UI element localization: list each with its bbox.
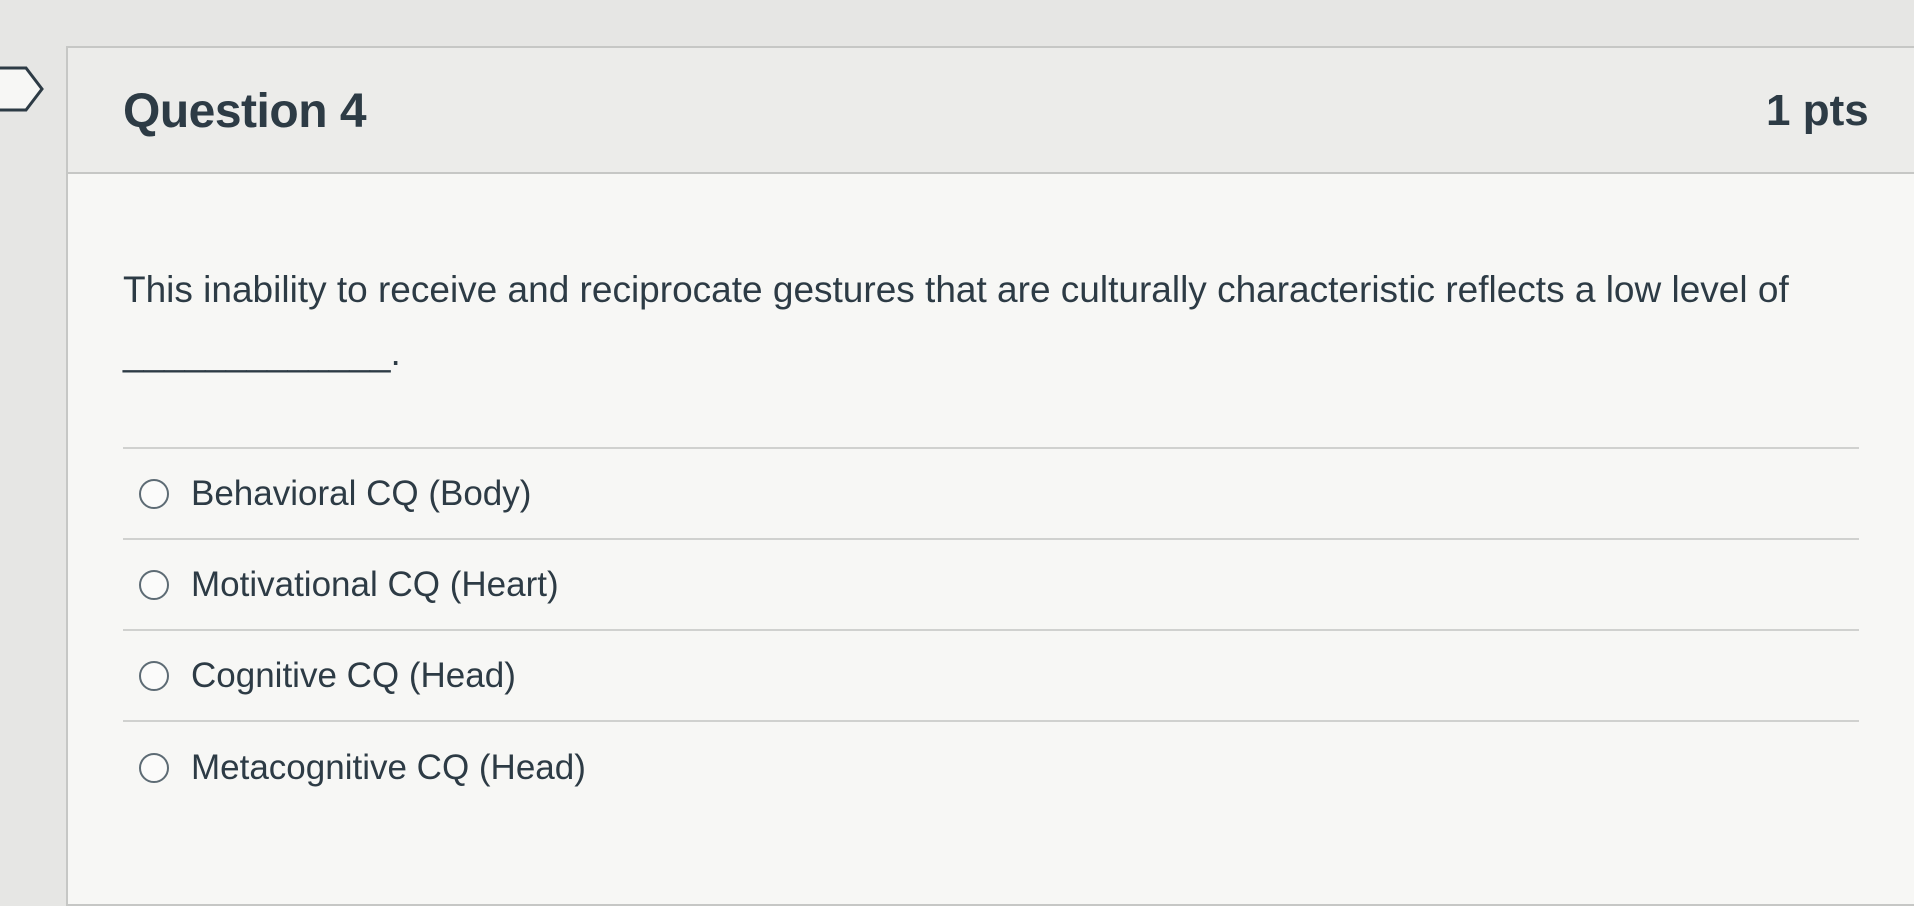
answer-option-cognitive[interactable]: Cognitive CQ (Head) <box>123 631 1859 722</box>
radio-button-icon[interactable] <box>139 752 169 783</box>
answer-option-motivational[interactable]: Motivational CQ (Heart) <box>123 540 1859 631</box>
answer-list: Behavioral CQ (Body) Motivational CQ (He… <box>123 449 1859 813</box>
radio-button-icon[interactable] <box>139 569 169 600</box>
answer-option-behavioral[interactable]: Behavioral CQ (Body) <box>123 449 1859 540</box>
flag-question-icon[interactable] <box>0 62 46 116</box>
answer-label[interactable]: Behavioral CQ (Body) <box>191 474 531 514</box>
answer-label[interactable]: Cognitive CQ (Head) <box>191 656 516 696</box>
question-points: 1 pts <box>1766 86 1869 135</box>
question-card: Question 4 1 pts This inability to recei… <box>66 46 1914 906</box>
answer-label[interactable]: Motivational CQ (Heart) <box>191 565 559 605</box>
question-header: Question 4 1 pts <box>68 48 1914 174</box>
question-title: Question 4 <box>123 85 367 138</box>
radio-button-icon[interactable] <box>139 660 169 691</box>
radio-button-icon[interactable] <box>139 478 169 509</box>
answer-label[interactable]: Metacognitive CQ (Head) <box>191 748 586 788</box>
question-text: This inability to receive and reciprocat… <box>123 269 1789 373</box>
answer-option-metacognitive[interactable]: Metacognitive CQ (Head) <box>123 722 1859 813</box>
